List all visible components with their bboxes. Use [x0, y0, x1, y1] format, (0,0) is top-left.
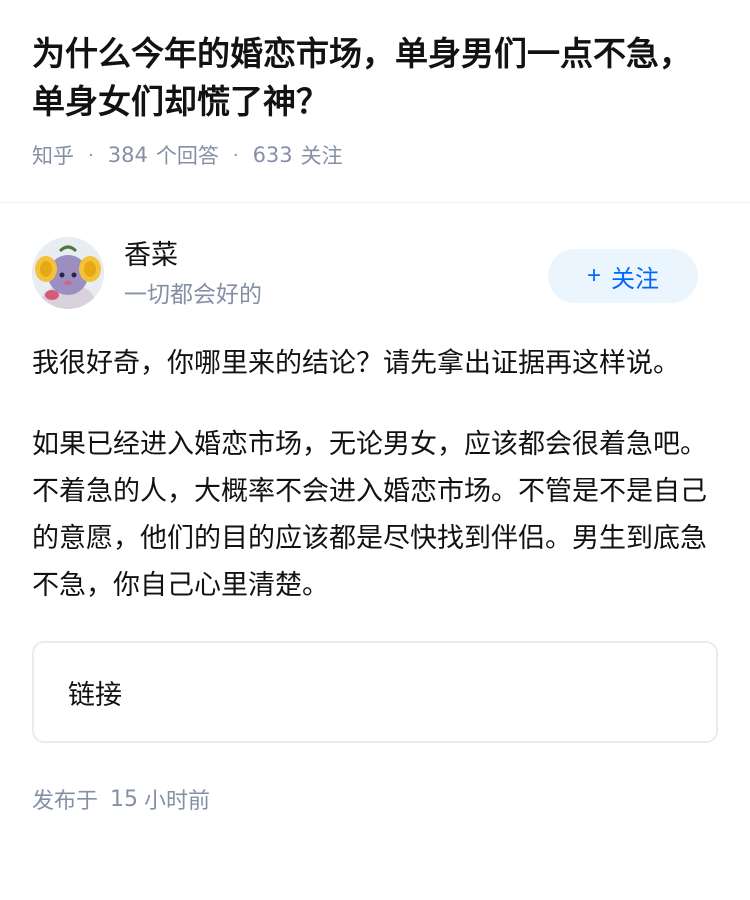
question-title[interactable]: 为什么今年的婚恋市场，单身男们一点不急，单身女们却慌了神？	[32, 30, 722, 126]
question-header: 为什么今年的婚恋市场，单身男们一点不急，单身女们却慌了神？ 知乎 · 384 个…	[0, 0, 750, 203]
avatar[interactable]	[32, 237, 104, 309]
site-name[interactable]: 知乎	[32, 140, 74, 170]
answer-content: 我很好奇，你哪里来的结论？请先拿出证据再这样说。 如果已经进入婚恋市场，无论男女…	[0, 320, 750, 815]
meta-separator: ·	[88, 144, 94, 166]
answer-count: 384	[107, 143, 148, 167]
publish-prefix: 发布于	[32, 789, 99, 814]
avatar-character-icon	[32, 237, 104, 309]
publish-time-unit: 小时前	[144, 789, 211, 814]
link-card-label: 链接	[68, 679, 122, 711]
answer-count-label: 个回答	[155, 144, 219, 168]
question-meta: 知乎 · 384 个回答 · 633 关注	[32, 140, 718, 170]
publish-time-value: 15	[110, 786, 139, 812]
follow-button-label: 关注	[611, 265, 659, 293]
link-card[interactable]: 链接	[32, 641, 718, 743]
author-bio: 一切都会好的	[124, 282, 262, 308]
page: 为什么今年的婚恋市场，单身男们一点不急，单身女们却慌了神？ 知乎 · 384 个…	[0, 0, 750, 900]
author-name[interactable]: 香菜	[124, 239, 178, 273]
plus-icon: +	[586, 262, 601, 289]
follow-button[interactable]: + 关注	[548, 249, 698, 303]
answer-paragraph: 我很好奇，你哪里来的结论？请先拿出证据再这样说。	[32, 348, 680, 379]
meta-separator: ·	[232, 144, 239, 166]
follow-count: 633	[252, 143, 293, 167]
follow-count-label: 关注	[300, 144, 343, 168]
answer-paragraph: 如果已经进入婚恋市场，无论男女，应该都会很着急吧。不着急的人，大概率不会进入婚恋…	[32, 429, 707, 601]
author-row: 香菜 一切都会好的 + 关注	[0, 203, 750, 320]
publish-info: 发布于 15 小时前	[32, 783, 718, 815]
